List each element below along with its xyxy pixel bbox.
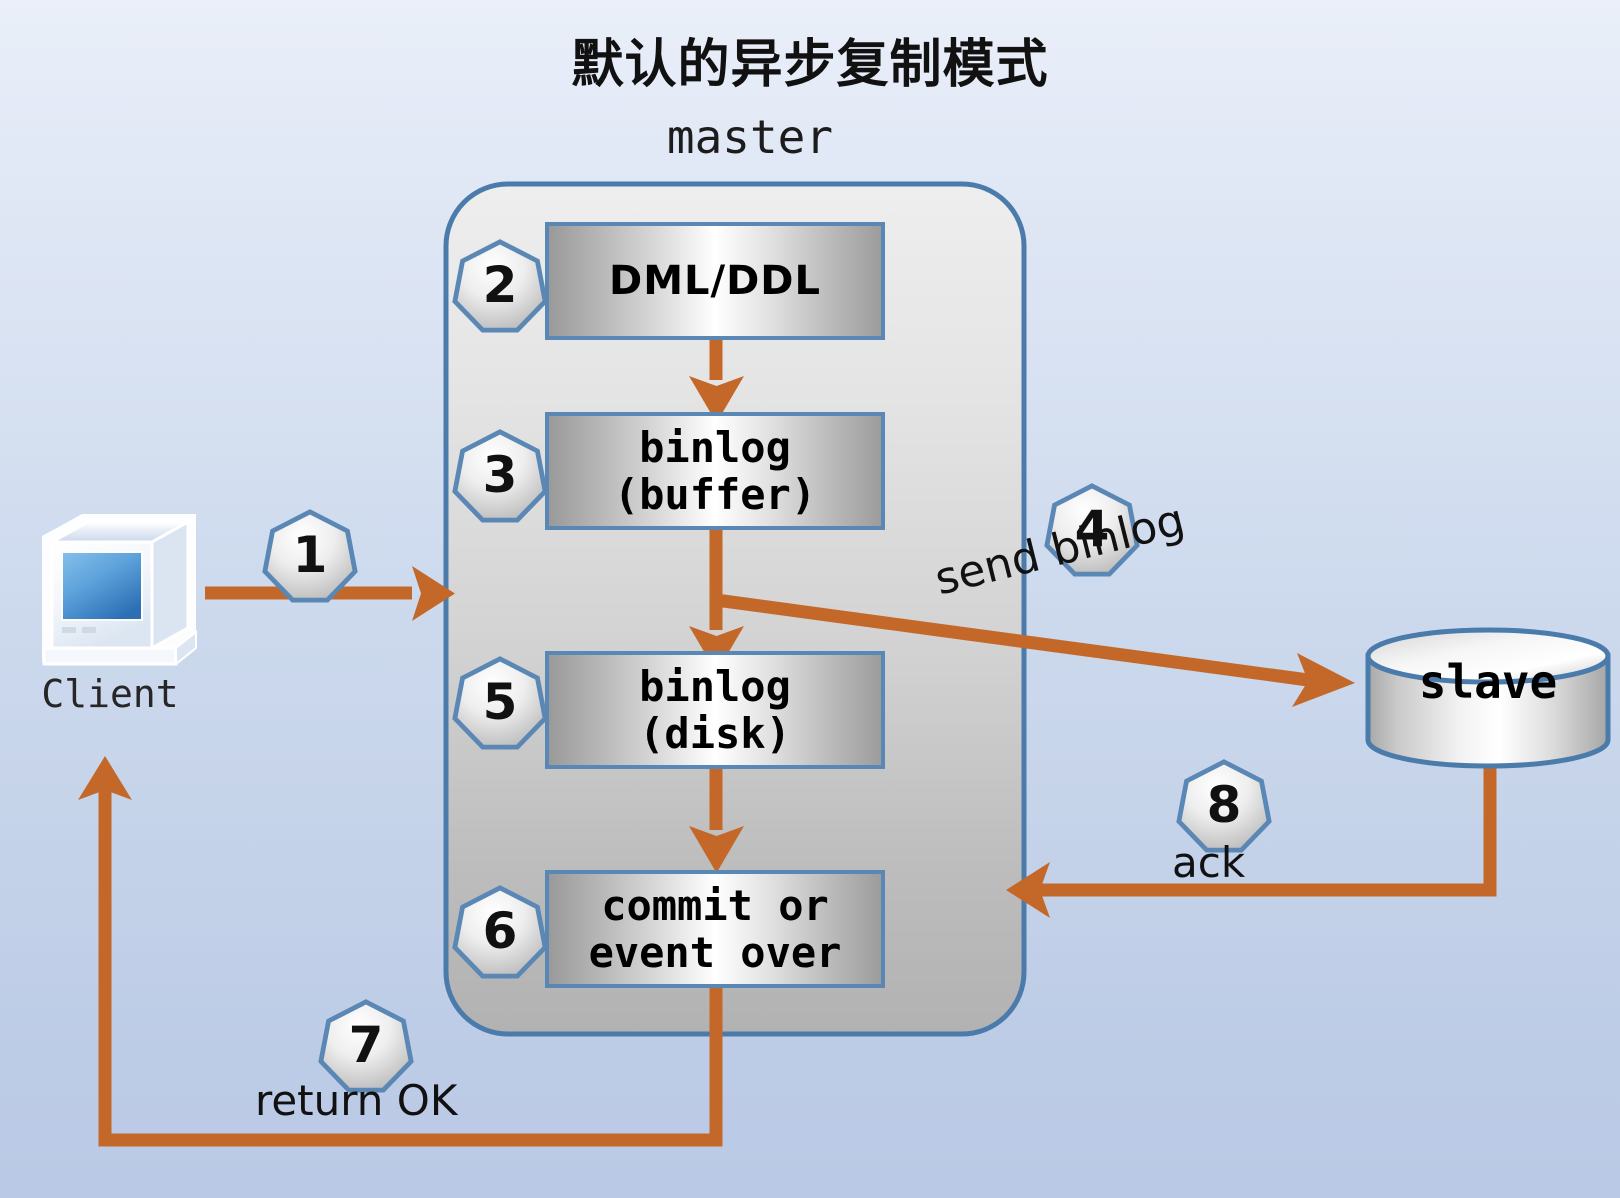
step-badge-1-number: 1 bbox=[292, 526, 328, 584]
edge-label-return-ok: return OK bbox=[255, 1076, 458, 1125]
step-badge-2[interactable]: 2 bbox=[452, 238, 548, 334]
step-badge-3[interactable]: 3 bbox=[452, 428, 548, 524]
process-box-binlog-disk[interactable]: binlog (disk) bbox=[545, 651, 885, 769]
commit-line-1: commit or bbox=[601, 880, 829, 930]
step-badge-5[interactable]: 5 bbox=[452, 655, 548, 751]
edge-label-ack: ack bbox=[1172, 838, 1246, 887]
commit-line-2: event over bbox=[588, 928, 842, 977]
diagram-canvas: 默认的异步复制模式 master Client slave DML/DDL bi… bbox=[0, 0, 1620, 1198]
step-badge-6-number: 6 bbox=[482, 902, 518, 960]
master-node-label: master bbox=[666, 110, 834, 164]
step-badge-8-number: 8 bbox=[1206, 776, 1242, 834]
client-node-label: Client bbox=[41, 672, 179, 716]
binlog-buffer-line-1: binlog bbox=[639, 422, 791, 472]
diagram-vector-layer bbox=[42, 181, 1611, 1147]
binlog-disk-line-2: (disk) bbox=[639, 709, 791, 758]
step-badge-5-number: 5 bbox=[482, 673, 518, 731]
binlog-disk-line-1: binlog bbox=[639, 661, 791, 711]
process-box-binlog-buffer[interactable]: binlog (buffer) bbox=[545, 412, 885, 530]
process-box-dml-ddl[interactable]: DML/DDL bbox=[545, 222, 885, 340]
step-badge-2-number: 2 bbox=[482, 256, 518, 314]
step-badge-7-number: 7 bbox=[348, 1016, 384, 1074]
slave-node-label: slave bbox=[1418, 655, 1558, 709]
page-title: 默认的异步复制模式 bbox=[571, 34, 1049, 95]
process-box-dml-ddl-label: DML/DDL bbox=[609, 257, 821, 304]
client-computer-icon bbox=[42, 514, 197, 667]
step-badge-1[interactable]: 1 bbox=[262, 508, 358, 604]
step-badge-3-number: 3 bbox=[482, 446, 518, 504]
process-box-commit-event-over[interactable]: commit or event over bbox=[545, 870, 885, 988]
binlog-buffer-line-2: (buffer) bbox=[613, 470, 817, 519]
step-badge-6[interactable]: 6 bbox=[452, 884, 548, 980]
